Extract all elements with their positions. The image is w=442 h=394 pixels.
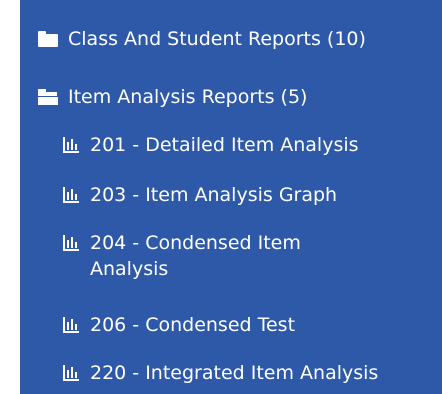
folder-label: Item Analysis Reports (5)	[68, 86, 308, 108]
bar-chart-icon	[63, 187, 79, 203]
folder-class-and-student-reports[interactable]: Class And Student Reports (10)	[38, 26, 366, 52]
folder-item-analysis-reports[interactable]: Item Analysis Reports (5)	[38, 84, 307, 110]
bar-chart-icon	[63, 137, 79, 153]
bar-chart-icon	[63, 235, 79, 251]
report-link-206[interactable]: 206 - Condensed Test	[62, 312, 295, 338]
report-label: 201 - Detailed Item Analysis	[90, 134, 359, 156]
report-link-203[interactable]: 203 - Item Analysis Graph	[62, 182, 337, 208]
report-label: 206 - Condensed Test	[90, 314, 296, 336]
report-link-204[interactable]: 204 - Condensed Item Analysis	[62, 230, 330, 282]
report-label: 203 - Item Analysis Graph	[90, 184, 338, 206]
bar-chart-icon	[63, 317, 79, 333]
bar-chart-icon	[63, 365, 79, 381]
folder-icon	[38, 31, 58, 47]
report-tree-panel: Class And Student Reports (10) Item Anal…	[20, 0, 442, 394]
report-link-220[interactable]: 220 - Integrated Item Analysis	[62, 360, 378, 386]
folder-open-icon	[38, 89, 58, 105]
report-link-201[interactable]: 201 - Detailed Item Analysis	[62, 132, 359, 158]
report-label: 220 - Integrated Item Analysis	[90, 362, 379, 384]
folder-label: Class And Student Reports (10)	[68, 28, 366, 50]
report-label: 204 - Condensed Item Analysis	[90, 232, 301, 280]
